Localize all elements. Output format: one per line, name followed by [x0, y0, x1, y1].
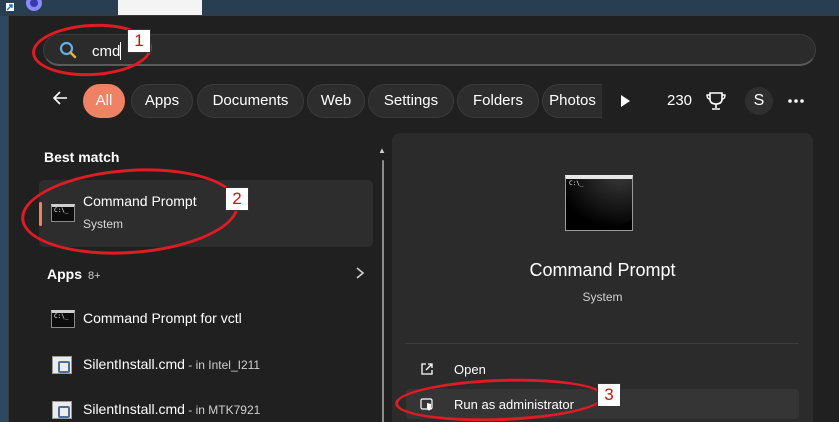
filter-chip-settings[interactable]: Settings [368, 84, 454, 118]
filter-chip-web[interactable]: Web [307, 84, 365, 118]
script-file-icon [52, 356, 72, 374]
search-box[interactable] [43, 34, 816, 66]
desktop-left-edge [0, 16, 8, 422]
scroll-filters-play-icon[interactable] [615, 91, 635, 111]
list-item-name: SilentInstall.cmd [83, 401, 185, 417]
trophy-icon[interactable] [705, 91, 727, 111]
list-item-location: - in MTK7921 [184, 403, 261, 417]
open-action-label: Open [454, 362, 486, 377]
filter-bar: All Apps Documents Web Settings Folders … [47, 84, 807, 118]
desktop-window-edge [118, 0, 202, 16]
chevron-right-icon[interactable] [355, 266, 365, 285]
annotation-badge-3: 3 [597, 383, 621, 407]
back-arrow-icon[interactable] [47, 88, 73, 114]
divider [406, 343, 799, 344]
user-avatar[interactable]: S [745, 87, 773, 115]
more-options-icon[interactable] [785, 90, 807, 112]
list-item-name: SilentInstall.cmd [83, 356, 185, 372]
list-item[interactable]: SilentInstall.cmd - in Intel_I211 [49, 350, 369, 380]
preview-pane: C:\_ Command Prompt System Open Run as a… [392, 133, 813, 422]
scrollbar[interactable] [382, 160, 384, 422]
annotation-badge-1: 1 [127, 29, 151, 53]
script-file-icon [52, 401, 72, 419]
list-item-label: Command Prompt for vctl [83, 310, 242, 326]
open-action[interactable]: Open [406, 354, 799, 384]
open-external-icon [421, 363, 433, 375]
filter-chip-all[interactable]: All [83, 84, 125, 118]
preview-title: Command Prompt [529, 260, 676, 280]
apps-heading-label: Apps [47, 266, 82, 282]
filter-chip-folders[interactable]: Folders [457, 84, 539, 118]
list-item-label: SilentInstall.cmd - in Intel_I211 [83, 356, 260, 372]
best-match-heading: Best match [44, 149, 120, 165]
cmd-large-icon: C:\_ [565, 175, 633, 231]
apps-heading: Apps 8+ [47, 266, 101, 282]
search-input[interactable] [92, 41, 772, 61]
list-item[interactable]: C:\_ Command Prompt for vctl [49, 304, 369, 334]
apps-count: 8+ [88, 270, 101, 282]
cmd-icon: C:\_ [51, 310, 75, 328]
annotation-badge-2: 2 [225, 187, 249, 211]
start-search-panel: All Apps Documents Web Settings Folders … [8, 15, 839, 422]
filter-chip-documents[interactable]: Documents [197, 84, 304, 118]
list-item-location: - in Intel_I211 [184, 358, 261, 372]
desktop-shortcut-icon [6, 0, 42, 11]
list-item[interactable]: SilentInstall.cmd - in MTK7921 [49, 395, 369, 422]
preview-subtitle: System [582, 290, 623, 304]
list-item-label: SilentInstall.cmd - in MTK7921 [83, 401, 260, 417]
filter-chip-photos[interactable]: Photos [542, 84, 602, 118]
filter-chip-apps[interactable]: Apps [131, 84, 193, 118]
rewards-points: 230 [667, 92, 693, 109]
scroll-up-arrow-icon[interactable]: ▲ [378, 146, 386, 155]
